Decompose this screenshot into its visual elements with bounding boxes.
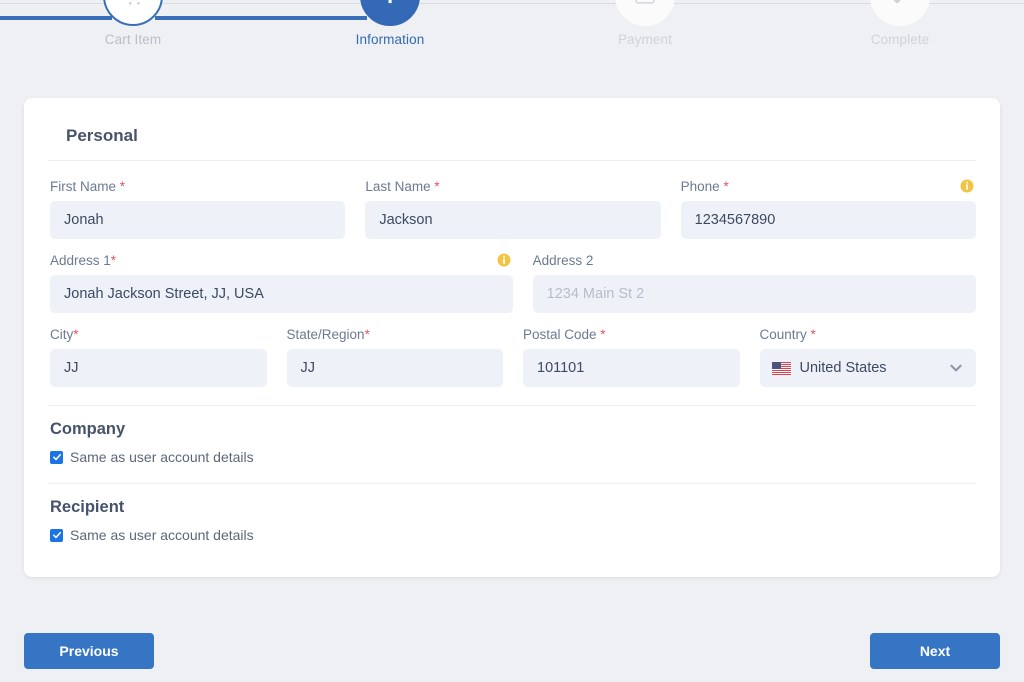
field-city: City*: [50, 327, 267, 387]
form-row-address: Address 1* Address 2: [48, 253, 976, 313]
address-2-label: Address 2: [532, 253, 594, 268]
city-input[interactable]: [50, 349, 267, 387]
field-last-name: Last Name *: [365, 179, 661, 239]
phone-input[interactable]: [680, 201, 976, 239]
step-information[interactable]: Information: [330, 0, 450, 47]
step-complete-circle[interactable]: [870, 0, 930, 26]
postal-code-input[interactable]: [523, 349, 740, 387]
recipient-same-as-account-label: Same as user account details: [70, 527, 254, 543]
step-cart-item-circle[interactable]: [103, 0, 163, 26]
info-icon: [388, 0, 392, 4]
postal-code-label: Postal Code *: [523, 327, 606, 342]
step-information-circle[interactable]: [360, 0, 420, 26]
address-1-info-icon[interactable]: [497, 253, 511, 267]
field-phone: Phone *: [680, 179, 976, 239]
form-row-locale: City* State/Region* Postal Code * Countr…: [48, 327, 976, 387]
company-divider: [48, 405, 976, 406]
required-asterisk: *: [110, 253, 117, 268]
address-1-input[interactable]: [50, 275, 513, 313]
company-same-as-account-row[interactable]: Same as user account details: [50, 449, 976, 465]
country-select[interactable]: United States: [759, 349, 976, 387]
country-label: Country *: [759, 327, 816, 342]
state-region-input[interactable]: [286, 349, 503, 387]
first-name-label: First Name *: [50, 179, 126, 194]
step-complete-label: Complete: [870, 32, 930, 47]
shopping-cart-icon: [129, 0, 140, 5]
check-icon: [893, 0, 901, 4]
step-payment-circle[interactable]: [615, 0, 675, 26]
recipient-same-as-account-checkbox[interactable]: [50, 528, 63, 542]
address-2-input[interactable]: [532, 275, 976, 313]
city-label: City*: [50, 327, 79, 342]
company-same-as-account-label: Same as user account details: [70, 449, 254, 465]
required-asterisk: *: [723, 179, 729, 194]
phone-label: Phone *: [680, 179, 729, 194]
recipient-divider: [48, 483, 976, 484]
step-payment[interactable]: Payment: [585, 0, 705, 47]
first-name-input[interactable]: [50, 201, 346, 239]
state-region-label: State/Region*: [286, 327, 370, 342]
company-section-title: Company: [50, 420, 126, 438]
last-name-input[interactable]: [365, 201, 661, 239]
step-complete[interactable]: Complete: [840, 0, 960, 47]
personal-information-card: Personal First Name * Last Name * Phone …: [24, 98, 1000, 577]
last-name-label: Last Name *: [365, 179, 440, 194]
next-button[interactable]: Next: [870, 633, 1000, 669]
step-payment-label: Payment: [618, 32, 672, 47]
company-same-as-account-checkbox[interactable]: [50, 450, 63, 464]
section-divider: [48, 160, 976, 161]
required-asterisk: *: [73, 327, 79, 342]
chevron-down-icon[interactable]: [948, 360, 964, 376]
recipient-same-as-account-row[interactable]: Same as user account details: [50, 527, 976, 543]
address-1-label: Address 1*: [50, 253, 117, 268]
page-title: Personal: [66, 126, 138, 145]
step-cart-item[interactable]: Cart Item: [73, 0, 193, 47]
required-asterisk: *: [119, 179, 126, 194]
step-information-label: Information: [355, 32, 425, 47]
checkout-stepper: Cart Item Information Payment Complete: [0, 0, 1024, 82]
phone-info-icon[interactable]: [960, 179, 974, 193]
us-flag-icon: [771, 361, 791, 375]
previous-button[interactable]: Previous: [24, 633, 154, 669]
credit-card-icon: [635, 0, 655, 4]
field-address-2: Address 2: [532, 253, 976, 313]
field-country: Country * United States: [759, 327, 976, 387]
check-icon: [52, 453, 61, 461]
country-value: United States: [799, 360, 887, 376]
field-address-1: Address 1*: [50, 253, 513, 313]
step-cart-item-label: Cart Item: [104, 32, 162, 47]
required-asterisk: *: [364, 327, 370, 342]
required-asterisk: *: [600, 327, 606, 342]
field-state-region: State/Region*: [286, 327, 503, 387]
recipient-section-title: Recipient: [50, 498, 125, 516]
form-row-names: First Name * Last Name * Phone *: [48, 179, 976, 239]
field-first-name: First Name *: [50, 179, 346, 239]
check-icon: [52, 531, 61, 539]
required-asterisk: *: [810, 327, 816, 342]
field-postal-code: Postal Code *: [523, 327, 740, 387]
wizard-footer: Previous Next: [24, 633, 1000, 669]
required-asterisk: *: [434, 179, 440, 194]
